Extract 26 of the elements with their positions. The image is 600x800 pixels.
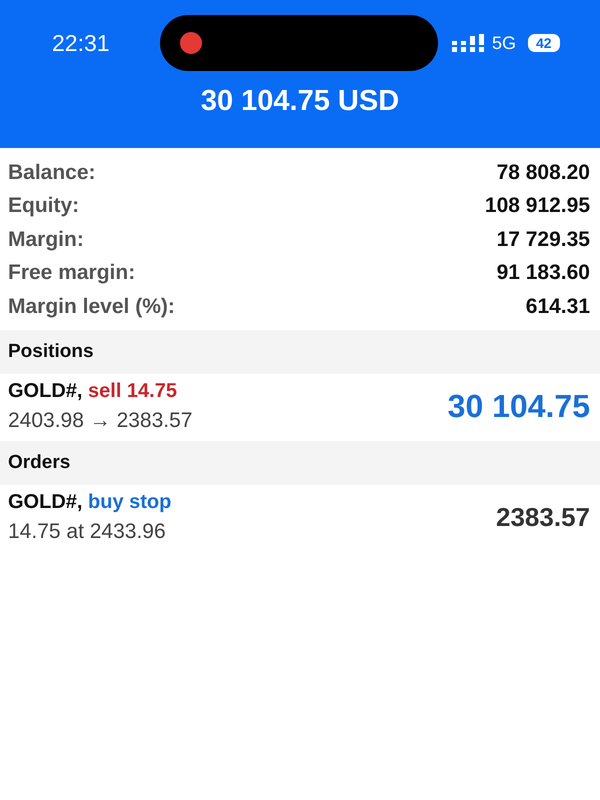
status-time: 22:31 xyxy=(52,30,111,56)
trade-symbol: GOLD#, xyxy=(8,380,84,402)
recording-dot-icon xyxy=(180,32,202,54)
summary-value: 108 912.95 xyxy=(484,194,590,218)
trade-value: 2383.57 xyxy=(496,502,590,532)
network-label: 5G xyxy=(492,32,516,54)
summary-value: 17 729.35 xyxy=(496,228,590,252)
summary-value: 614.31 xyxy=(526,294,590,319)
trade-detail: 2403.98 → 2383.57 xyxy=(8,408,192,432)
trade-action: sell 14.75 xyxy=(88,380,177,402)
balance-title: 30 104.75 USD xyxy=(200,85,400,118)
summary-label: Margin: xyxy=(8,228,84,252)
section-title: Positions xyxy=(8,340,94,362)
trade-action: buy stop xyxy=(88,490,172,512)
summary-label: Margin level (%): xyxy=(8,294,175,319)
section-title: Orders xyxy=(8,452,70,474)
signal-icon xyxy=(452,34,484,52)
trade-symbol: GOLD#, xyxy=(8,490,84,512)
summary-label: Free margin: xyxy=(8,261,136,286)
summary-label: Equity: xyxy=(8,194,80,218)
trade-detail: 14.75 at 2433.96 xyxy=(8,520,167,544)
battery-level: 42 xyxy=(528,34,560,52)
summary-label: Balance: xyxy=(8,160,96,185)
summary-value: 91 183.60 xyxy=(496,261,590,286)
trade-value: 30 104.75 xyxy=(448,388,590,424)
summary-value: 78 808.20 xyxy=(496,160,590,185)
